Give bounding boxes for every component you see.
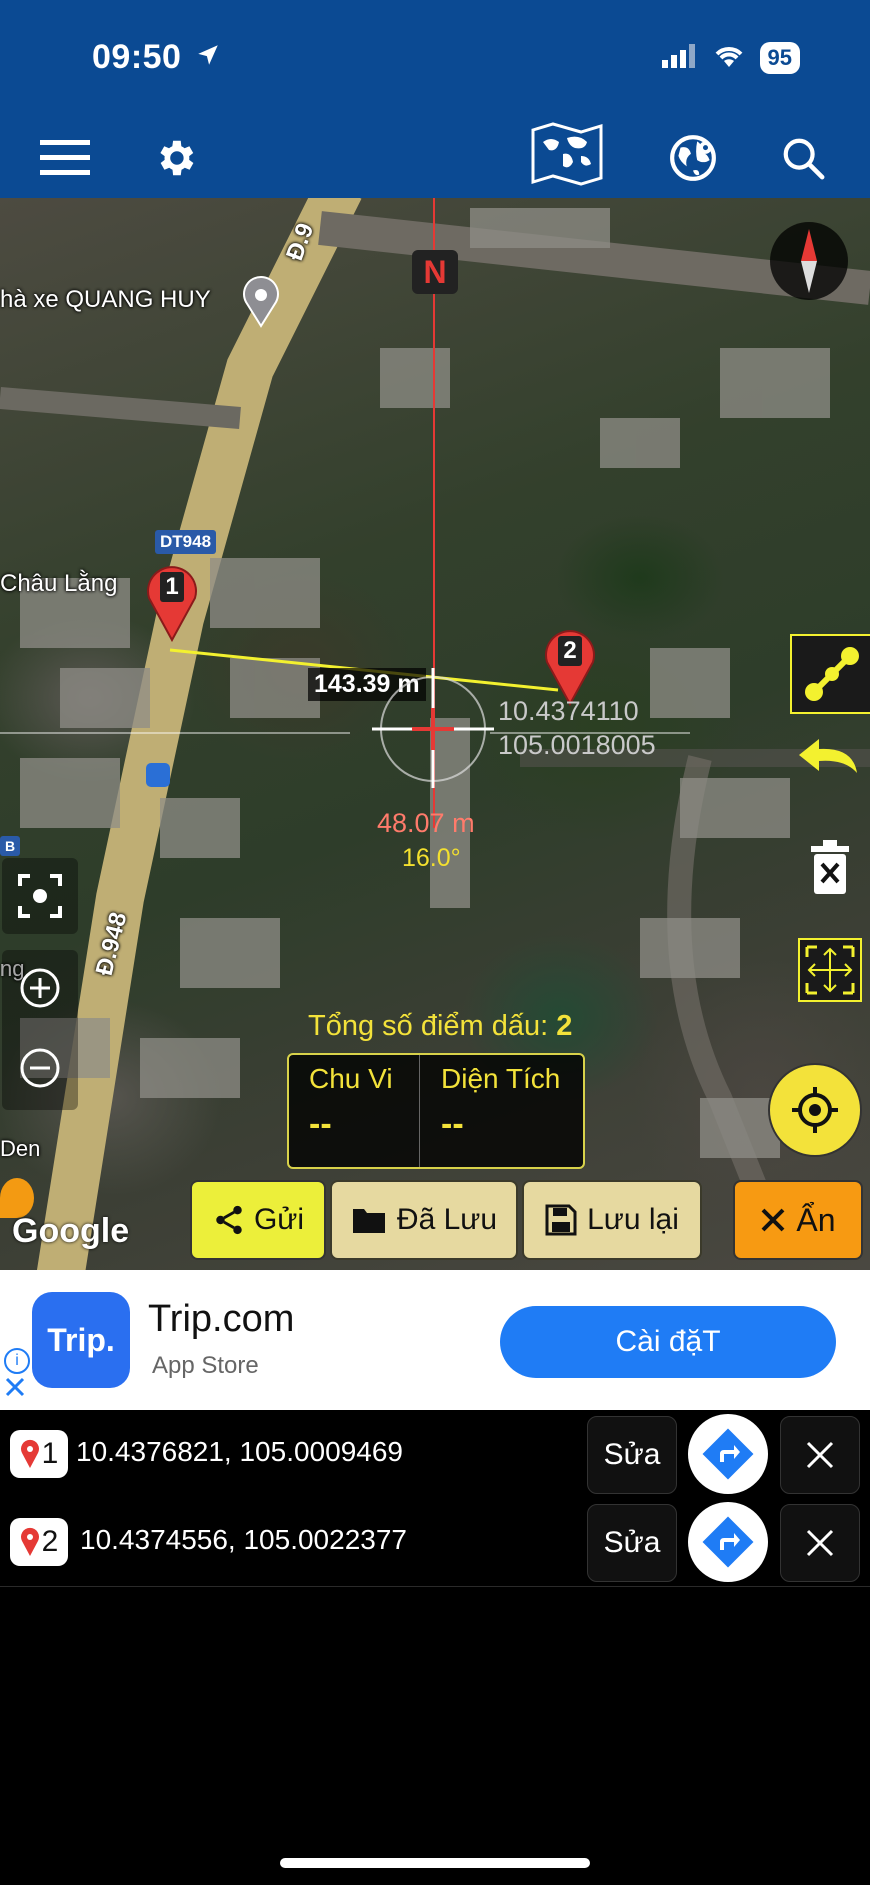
hide-button[interactable]: Ẩn (733, 1180, 863, 1260)
delete-point-button[interactable] (780, 1416, 860, 1494)
measurement-summary: Chu Vi -- Diện Tích -- (287, 1053, 585, 1169)
zoom-out-button[interactable] (20, 1048, 60, 1093)
globe-button[interactable] (663, 128, 723, 188)
close-icon (806, 1529, 834, 1557)
crosshair-bearing: 16.0° (402, 844, 461, 872)
point-index: 1 (41, 1437, 59, 1470)
signal-icon (661, 43, 698, 73)
expand-icon (805, 945, 855, 995)
marker-1-label: 1 (160, 572, 184, 602)
crosshair-target-icon (792, 1087, 838, 1133)
marker-2-label: 2 (558, 636, 582, 666)
delete-button[interactable] (805, 838, 855, 898)
top-bar (0, 0, 870, 198)
ad-banner[interactable]: Trip. Trip.com App Store Cài đặT i (0, 1270, 870, 1410)
folder-icon (352, 1209, 385, 1233)
crosshair-icon (372, 668, 494, 788)
search-icon (783, 138, 825, 180)
area-value: -- (441, 1105, 464, 1143)
close-icon (806, 1441, 834, 1469)
crosshair-distance: 48.07 m (377, 808, 475, 838)
send-label: Gửi (253, 1203, 305, 1236)
navigate-button[interactable] (688, 1414, 768, 1494)
my-location-button[interactable] (768, 1063, 862, 1157)
settings-button[interactable] (145, 128, 205, 188)
point-badge: 1 (10, 1430, 68, 1478)
divider (419, 1055, 420, 1167)
perimeter-value: -- (309, 1105, 332, 1143)
measure-mode-button[interactable] (790, 634, 870, 714)
map-view[interactable]: N Đ.9 hà xe QUANG HUY DT948 Châu Lằng Đ.… (0, 198, 870, 1270)
directions-icon (702, 1428, 754, 1480)
save-button[interactable]: Lưu lại (522, 1180, 702, 1260)
status-time: 09:50 (92, 38, 221, 77)
world-map-icon (531, 122, 603, 186)
navigate-button[interactable] (688, 1502, 768, 1582)
total-points: Tổng số điểm dấu: 2 (308, 1010, 573, 1042)
close-icon (762, 1208, 785, 1232)
focus-frame-icon (18, 874, 62, 918)
fit-bounds-button[interactable] (798, 938, 862, 1002)
trash-icon (811, 840, 849, 894)
screenshot-button[interactable] (2, 858, 78, 934)
ad-close-icon[interactable] (4, 1376, 26, 1403)
globe-icon (670, 135, 716, 181)
saved-button[interactable]: Đã Lưu (330, 1180, 518, 1260)
plus-icon (20, 968, 60, 1008)
ad-title[interactable]: Trip.com (148, 1298, 294, 1341)
list-item: 1 10.4376821, 105.0009469 Sửa (0, 1410, 870, 1499)
point-index: 2 (41, 1525, 59, 1558)
map-pin-icon (20, 1439, 39, 1468)
zoom-in-button[interactable] (20, 968, 60, 1013)
delete-point-button[interactable] (780, 1504, 860, 1582)
search-button[interactable] (773, 128, 833, 188)
floppy-disk-icon (545, 1204, 577, 1236)
undo-icon (799, 739, 857, 773)
minus-icon (20, 1048, 60, 1088)
ad-install-button[interactable]: Cài đặT (500, 1306, 836, 1378)
edit-button[interactable]: Sửa (587, 1416, 677, 1494)
battery-indicator: 95 (759, 42, 800, 74)
save-label: Lưu lại (587, 1203, 679, 1236)
crosshair-lng: 105.0018005 (498, 730, 656, 760)
total-count: 2 (556, 1010, 573, 1042)
point-coords: 10.4374556, 105.0022377 (80, 1524, 407, 1555)
point-coords: 10.4376821, 105.0009469 (76, 1436, 403, 1467)
crosshair-lat: 10.4374110 (498, 696, 639, 726)
menu-button[interactable] (35, 128, 95, 188)
line-tool-icon (805, 647, 859, 701)
marker-1[interactable]: 1 (144, 562, 200, 647)
wifi-icon (712, 43, 746, 74)
saved-label: Đã Lưu (396, 1203, 498, 1236)
send-button[interactable]: Gửi (190, 1180, 326, 1260)
area-label: Diện Tích (441, 1063, 561, 1094)
crosshair-coords: 10.4374110 105.0018005 (498, 694, 656, 762)
map-pin-icon (20, 1527, 39, 1556)
hide-label: Ẩn (796, 1201, 836, 1238)
perimeter-label: Chu Vi (309, 1063, 393, 1094)
ad-subtitle: App Store (152, 1352, 259, 1379)
ad-app-icon[interactable]: Trip. (32, 1292, 130, 1388)
undo-button[interactable] (795, 733, 865, 788)
edit-button[interactable]: Sửa (587, 1504, 677, 1582)
map-type-button[interactable] (528, 118, 606, 188)
directions-icon (702, 1516, 754, 1568)
gear-icon (160, 140, 194, 176)
zoom-controls (2, 950, 78, 1110)
home-indicator[interactable] (280, 1858, 590, 1868)
list-item: 2 10.4374556, 105.0022377 Sửa (0, 1498, 870, 1587)
status-indicators: 95 (661, 42, 800, 74)
location-arrow-icon (195, 38, 221, 77)
share-icon (216, 1205, 242, 1235)
point-badge: 2 (10, 1518, 68, 1566)
ad-info-icon[interactable]: i (4, 1348, 30, 1374)
menu-icon (40, 140, 90, 175)
google-logo: Google (12, 1212, 130, 1250)
